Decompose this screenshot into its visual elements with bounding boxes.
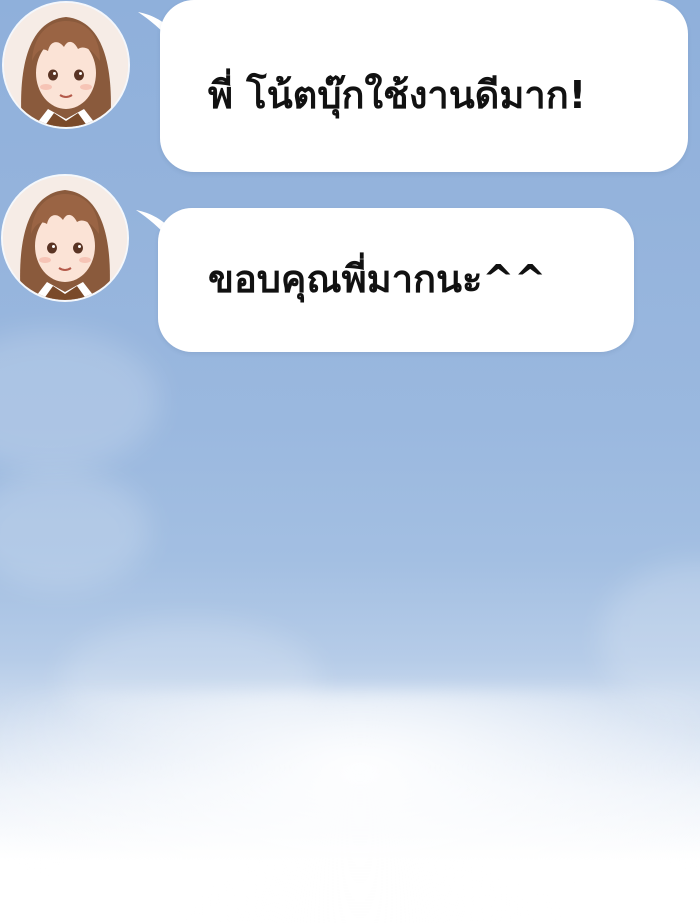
girl-portrait-icon bbox=[3, 176, 127, 300]
message-text: พี่ โน้ตบุ๊กใช้งานดีมาก! bbox=[208, 73, 587, 117]
girl-portrait-icon bbox=[4, 3, 128, 127]
chat-scene: พี่ โน้ตบุ๊กใช้งานดีมาก! ขอบคุณพี่มากนะ^… bbox=[0, 0, 700, 923]
avatar bbox=[3, 176, 127, 300]
avatar bbox=[4, 3, 128, 127]
cloud-bank bbox=[0, 690, 700, 923]
cloud bbox=[0, 330, 160, 470]
cloud bbox=[0, 470, 150, 590]
message-text: ขอบคุณพี่มากนะ^^ bbox=[208, 257, 547, 301]
